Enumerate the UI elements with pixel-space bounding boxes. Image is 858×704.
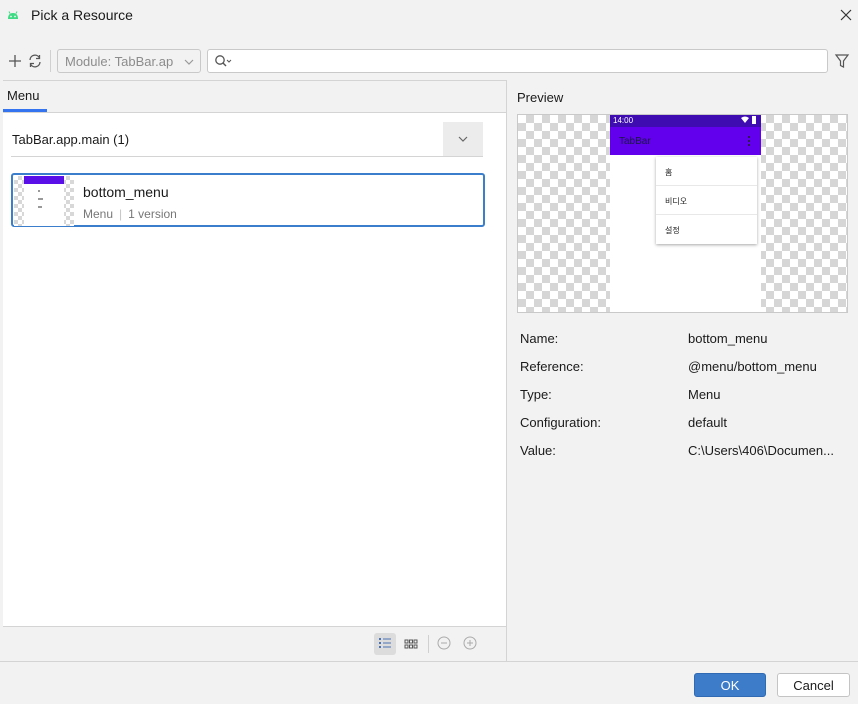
list-footer-toolbar <box>3 626 506 661</box>
preview-label: Preview <box>517 90 564 105</box>
preview-popup-menu: 홈 비디오 설정 <box>656 157 757 244</box>
zoom-in-icon <box>463 636 477 653</box>
preview-status-bar: 14:00 <box>610 115 761 127</box>
toolbar-separator <box>50 50 51 72</box>
popup-menu-item: 홈 <box>656 157 757 186</box>
thumbnail-phone <box>24 176 64 226</box>
overflow-menu-icon <box>746 135 752 147</box>
grid-view-button[interactable] <box>400 633 422 655</box>
search-input[interactable] <box>234 52 819 70</box>
thumbnail-menu-line <box>38 198 43 200</box>
resource-item-versions: 1 version <box>128 207 177 221</box>
close-icon[interactable] <box>836 5 856 25</box>
resource-group-label: TabBar.app.main (1) <box>12 132 130 147</box>
module-dropdown-label: Module: TabBar.ap <box>65 54 174 69</box>
refresh-icon[interactable] <box>26 52 44 70</box>
resource-type-tabs <box>3 81 506 113</box>
property-label-type: Type: <box>520 387 552 402</box>
property-value-reference: @menu/bottom_menu <box>688 359 817 374</box>
thumbnail-menu-line <box>38 206 42 208</box>
ok-button[interactable]: OK <box>694 673 766 697</box>
property-label-configuration: Configuration: <box>520 415 601 430</box>
grid-view-icon <box>404 637 418 652</box>
popup-menu-item: 설정 <box>665 226 680 235</box>
filter-icon[interactable] <box>834 53 850 69</box>
resource-item-type: Menu <box>83 207 114 221</box>
property-value-configuration: default <box>688 415 728 430</box>
search-icon <box>214 54 232 71</box>
list-view-button[interactable] <box>374 633 396 655</box>
search-box[interactable] <box>207 49 828 73</box>
property-value-name: bottom_menu <box>688 331 768 346</box>
property-label-value: Value: <box>520 443 556 458</box>
preview-status-time: 14:00 <box>613 116 634 125</box>
wifi-battery-icon <box>741 116 757 126</box>
resource-list-item[interactable]: bottom_menu Menu | 1 version <box>11 173 485 227</box>
window-title: Pick a Resource <box>31 7 133 23</box>
tab-underline <box>3 109 47 112</box>
property-label-name: Name: <box>520 331 559 346</box>
group-collapse-button[interactable] <box>443 122 483 156</box>
android-icon <box>6 8 20 22</box>
zoom-in-button[interactable] <box>459 633 481 655</box>
preview-app-bar: TabBar <box>610 127 761 155</box>
preview-app-title: TabBar <box>619 136 651 147</box>
cancel-button[interactable]: Cancel <box>777 673 850 697</box>
panel-divider[interactable] <box>506 80 507 661</box>
list-view-icon <box>378 637 392 652</box>
popup-menu-item: 비디오 <box>656 186 757 215</box>
footer-separator <box>428 635 429 653</box>
resource-list-panel <box>3 80 506 661</box>
thumbnail-app-bar <box>24 176 64 184</box>
property-value-type: Menu <box>688 387 721 402</box>
dialog-button-separator <box>0 661 858 662</box>
add-icon[interactable] <box>6 52 24 70</box>
chevron-down-icon <box>458 132 468 147</box>
resource-item-meta: Menu | 1 version <box>83 207 177 221</box>
resource-thumbnail <box>14 176 74 226</box>
property-label-reference: Reference: <box>520 359 584 374</box>
resource-item-name: bottom_menu <box>83 184 169 200</box>
module-dropdown[interactable]: Module: TabBar.ap <box>57 49 201 73</box>
zoom-out-button[interactable] <box>433 633 455 655</box>
thumbnail-menu-line <box>38 190 40 192</box>
zoom-out-icon <box>437 636 451 653</box>
property-value-value: C:\Users\406\Documen... <box>688 443 834 458</box>
chevron-down-icon <box>184 55 194 70</box>
meta-separator: | <box>119 207 123 221</box>
